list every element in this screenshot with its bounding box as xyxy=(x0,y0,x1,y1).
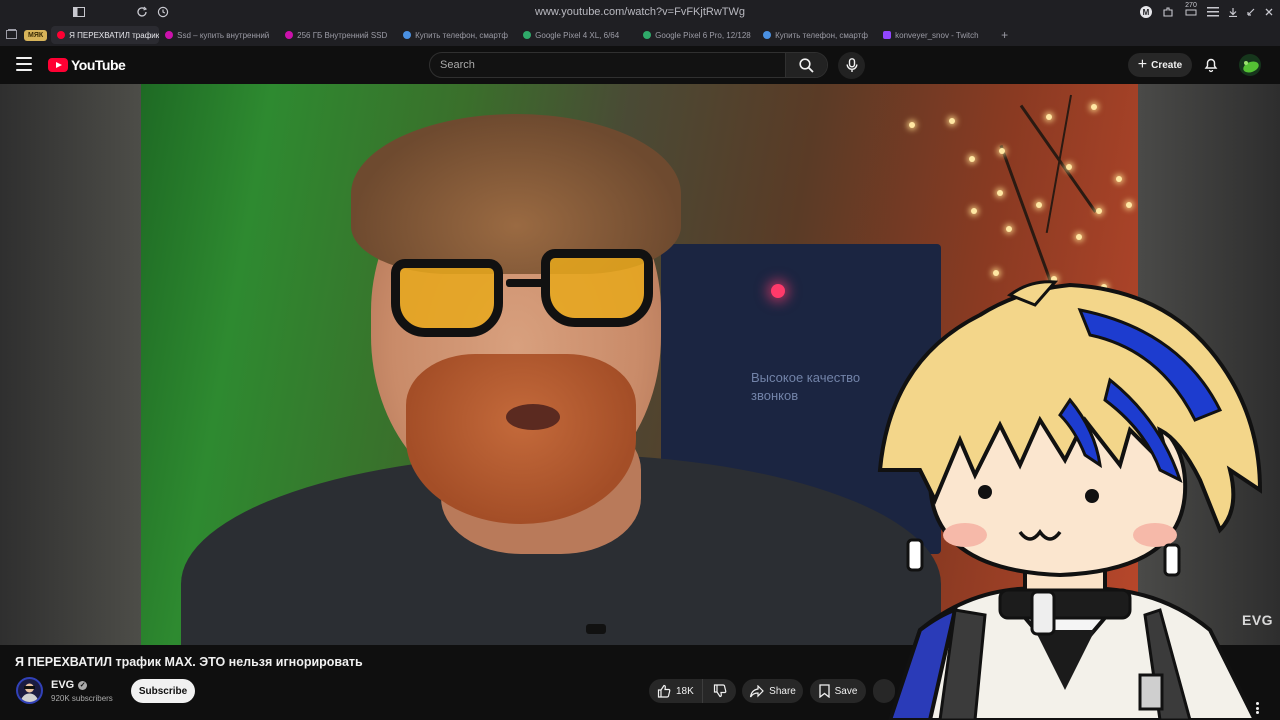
logo-text: YouTube xyxy=(71,57,126,73)
tab-label: Ssd – купить внутренний xyxy=(177,30,270,40)
tab-twitch[interactable]: konveyer_snov - Twitch xyxy=(877,26,997,44)
tab-label: konveyer_snov - Twitch xyxy=(895,30,979,40)
browser-titlebar: www.youtube.com/watch?v=FvFKjtRwTWg M 27… xyxy=(0,0,1280,24)
tab-pixel-6[interactable]: Google Pixel 6 Pro, 12/128 xyxy=(637,26,757,44)
tab-ssd-2[interactable]: 256 ГБ Внутренний SSD xyxy=(279,26,397,44)
avito-favicon-icon xyxy=(763,31,772,39)
tab-pixel-4[interactable]: Google Pixel 4 XL, 6/64 xyxy=(517,26,637,44)
ambient-left xyxy=(0,84,141,645)
market-favicon-icon xyxy=(523,31,532,39)
download-icon[interactable] xyxy=(1226,5,1240,19)
twitch-favicon-icon xyxy=(883,31,892,39)
tab-list-icon[interactable] xyxy=(6,29,17,42)
plus-icon: + xyxy=(1137,56,1148,73)
voice-search-button[interactable] xyxy=(838,52,865,79)
svg-text:M: M xyxy=(1143,8,1150,17)
channel-name-text: EVG xyxy=(51,679,75,691)
youtube-favicon-icon xyxy=(57,31,66,39)
tab-phone-2[interactable]: Купить телефон, смартф xyxy=(757,26,877,44)
dislike-button[interactable] xyxy=(703,684,736,698)
video-title: Я ПЕРЕХВАТИЛ трафик MAX. ЭТО нельзя игно… xyxy=(15,655,363,669)
counter-extension-icon[interactable]: 270 xyxy=(1183,2,1199,16)
hamburger-menu-icon[interactable] xyxy=(16,57,32,71)
microphone-icon xyxy=(846,58,857,72)
extension-badge: 270 xyxy=(1185,2,1197,9)
address-bar[interactable]: www.youtube.com/watch?v=FvFKjtRwTWg xyxy=(0,6,1280,18)
search-icon xyxy=(799,57,814,73)
tab-label: 256 ГБ Внутренний SSD xyxy=(297,30,388,40)
tab-ssd-1[interactable]: Ssd – купить внутренний xyxy=(159,26,279,44)
anime-character-overlay xyxy=(877,280,1263,720)
tab-label: Google Pixel 6 Pro, 12/128 xyxy=(655,30,751,40)
bookmark-badge[interactable]: МЯК xyxy=(24,29,48,41)
youtube-header: YouTube + Create xyxy=(0,46,1280,84)
tab-label: Купить телефон, смартф xyxy=(775,30,868,40)
tab-youtube[interactable]: Я ПЕРЕХВАТИЛ трафик MAX xyxy=(51,26,160,44)
like-dislike-group: 18K xyxy=(649,679,736,703)
search-button[interactable] xyxy=(785,53,827,77)
subscribe-button[interactable]: Subscribe xyxy=(131,679,195,703)
save-label: Save xyxy=(834,685,858,697)
tab-label: Я ПЕРЕХВАТИЛ трафик MAX xyxy=(69,30,160,40)
bookmark-icon xyxy=(818,684,830,698)
person-beard xyxy=(406,354,636,524)
tab-bar: МЯК Я ПЕРЕХВАТИЛ трафик MAX Ssd – купить… xyxy=(0,24,1280,46)
tab-phone-1[interactable]: Купить телефон, смартф xyxy=(397,26,517,44)
channel-name[interactable]: EVG ✓ xyxy=(51,679,88,691)
profile-m-icon[interactable]: M xyxy=(1139,5,1153,19)
subscriber-count: 920K subscribers xyxy=(51,694,113,703)
account-avatar[interactable] xyxy=(1239,54,1261,76)
search-box xyxy=(429,52,828,78)
thumbs-up-icon xyxy=(657,684,671,698)
new-tab-button[interactable]: + xyxy=(1001,28,1008,42)
save-button[interactable]: Save xyxy=(810,679,866,703)
verified-icon: ✓ xyxy=(78,680,88,690)
search-input[interactable] xyxy=(430,53,785,77)
mouth xyxy=(506,404,560,430)
share-icon xyxy=(750,684,765,697)
create-button[interactable]: + Create xyxy=(1128,53,1192,77)
share-button[interactable]: Share xyxy=(742,679,803,703)
extensions-icon[interactable] xyxy=(1161,5,1175,19)
more-options-icon[interactable] xyxy=(1252,698,1262,718)
thumbs-down-icon xyxy=(713,684,726,698)
tab-label: Купить телефон, смартф xyxy=(415,30,508,40)
notifications-bell-icon[interactable] xyxy=(1202,56,1220,74)
like-count: 18K xyxy=(676,685,694,697)
minimize-icon[interactable] xyxy=(1244,5,1258,19)
menu-lines-icon[interactable] xyxy=(1206,5,1220,19)
create-label: Create xyxy=(1151,59,1183,71)
youtube-play-icon xyxy=(48,58,68,72)
lapel-mic xyxy=(586,624,606,634)
avito-favicon-icon xyxy=(403,31,412,39)
tab-label: Google Pixel 4 XL, 6/64 xyxy=(535,30,620,40)
share-label: Share xyxy=(769,685,796,697)
youtube-logo[interactable]: YouTube xyxy=(48,57,126,73)
close-icon[interactable] xyxy=(1262,5,1276,19)
like-button[interactable]: 18K xyxy=(649,679,703,703)
wildberries-favicon-icon xyxy=(165,31,174,39)
market-favicon-icon xyxy=(643,31,652,39)
wildberries-favicon-icon xyxy=(285,31,294,39)
channel-avatar[interactable] xyxy=(16,677,43,704)
